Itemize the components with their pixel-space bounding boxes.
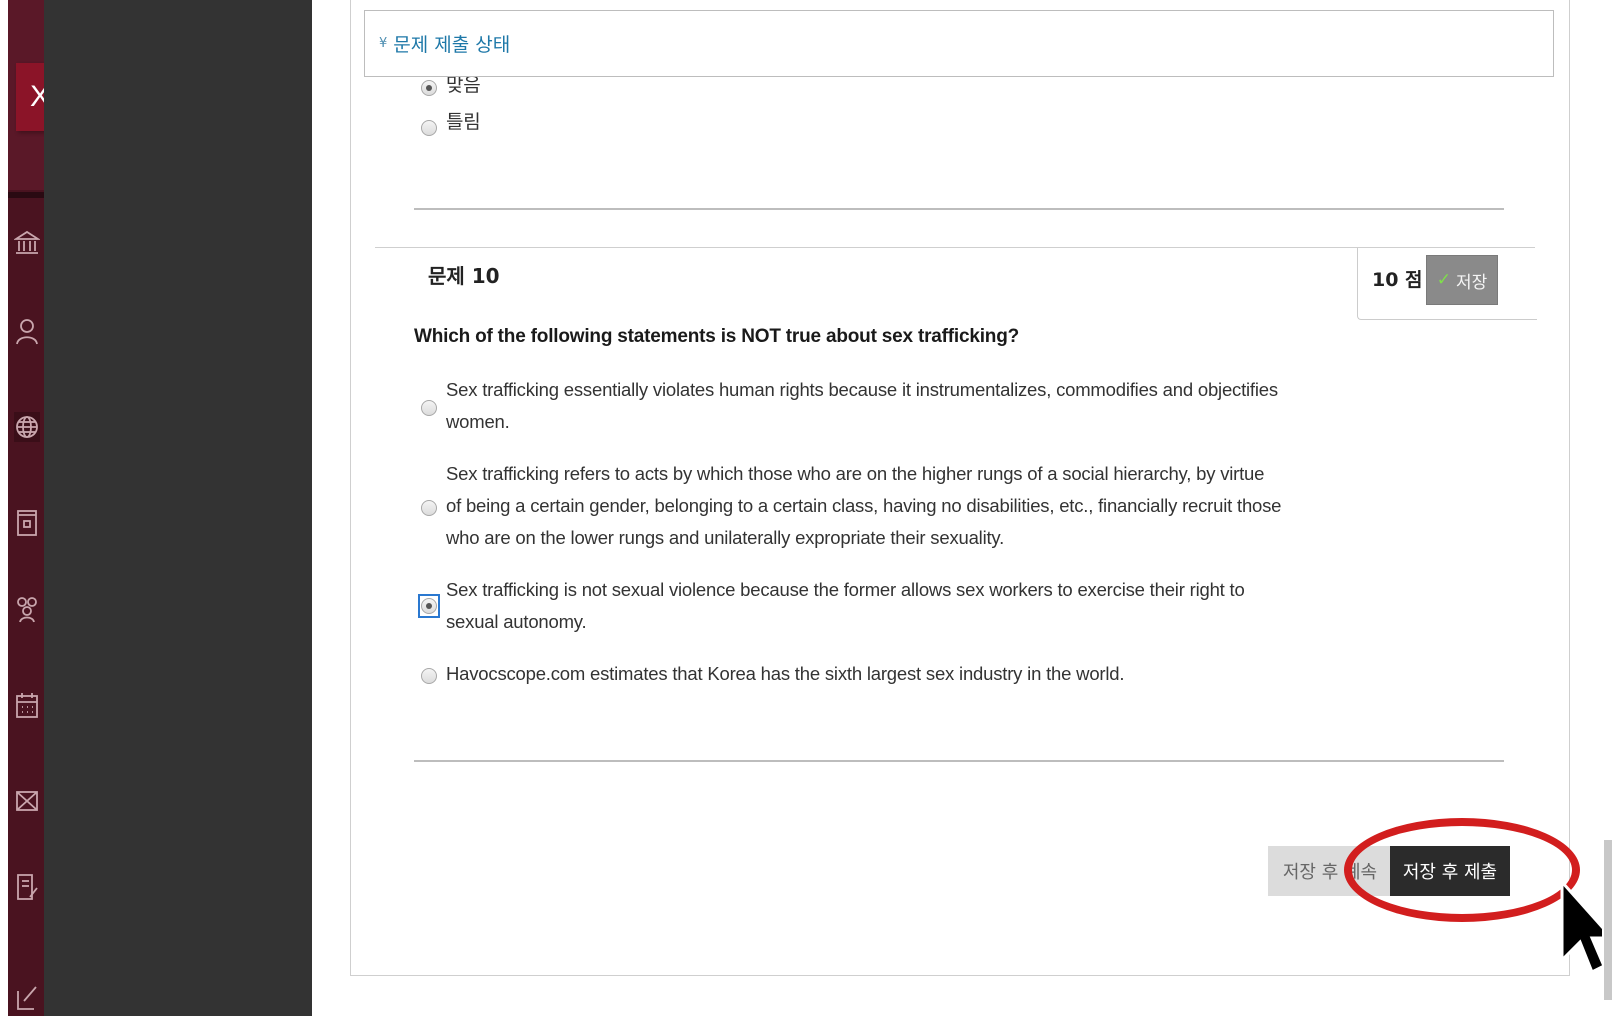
option-2-line-1: Sex trafficking refers to acts by which … bbox=[446, 463, 1265, 484]
institution-icon[interactable] bbox=[14, 228, 40, 258]
radio-option-1[interactable] bbox=[421, 400, 437, 416]
divider bbox=[414, 208, 1504, 210]
radio-incorrect[interactable] bbox=[421, 120, 437, 136]
groups-icon[interactable] bbox=[14, 594, 40, 624]
scrollbar-thumb[interactable] bbox=[1604, 840, 1612, 1000]
question-text: Which of the following statements is NOT… bbox=[414, 326, 1020, 347]
option-2-line-3: who are on the lower rungs and unilatera… bbox=[446, 527, 1005, 548]
option-1-line-1: Sex trafficking essentially violates hum… bbox=[446, 379, 1278, 400]
save-answer-label: 저장 bbox=[1455, 272, 1488, 293]
calendar-icon[interactable] bbox=[14, 690, 40, 720]
radio-option-4[interactable] bbox=[421, 668, 437, 684]
mail-icon[interactable] bbox=[14, 786, 40, 816]
option-3-line-2: sexual autonomy. bbox=[446, 611, 587, 632]
option-3-line-1: Sex trafficking is not sexual violence b… bbox=[446, 579, 1245, 600]
submission-status-label[interactable]: 문제 제출 상태 bbox=[393, 30, 510, 57]
rail-edge bbox=[0, 0, 8, 1016]
document-edit-icon[interactable] bbox=[14, 872, 40, 902]
radio-option-3[interactable] bbox=[421, 598, 437, 614]
option-1-line-2: women. bbox=[446, 411, 510, 432]
divider bbox=[414, 760, 1504, 762]
rail-divider bbox=[8, 192, 44, 198]
radio-correct[interactable] bbox=[421, 80, 437, 96]
radio-option-2[interactable] bbox=[421, 500, 437, 516]
check-icon: ✓ bbox=[1436, 270, 1451, 290]
save-and-submit-button[interactable]: 저장 후 제출 bbox=[1390, 846, 1510, 896]
compose-icon[interactable] bbox=[14, 982, 40, 1012]
course-menu-panel bbox=[44, 0, 312, 1016]
globe-icon[interactable] bbox=[14, 412, 40, 442]
save-and-continue-button[interactable]: 저장 후 계속 bbox=[1268, 846, 1392, 896]
book-icon[interactable] bbox=[14, 508, 40, 538]
points-value: 10 점 bbox=[1372, 269, 1423, 291]
person-icon[interactable] bbox=[14, 316, 40, 346]
option-2-line-2: of being a certain gender, belonging to … bbox=[446, 495, 1282, 516]
option-incorrect-label: 틀림 bbox=[446, 112, 481, 133]
submission-status-bar[interactable]: ¥ 문제 제출 상태 bbox=[364, 10, 1554, 77]
double-chevron-down-icon: ¥ bbox=[379, 36, 388, 51]
option-4-line-1: Havocscope.com estimates that Korea has … bbox=[446, 663, 1125, 684]
save-answer-button[interactable]: ✓ 저장 bbox=[1426, 255, 1498, 305]
question-title: 문제 10 bbox=[428, 264, 500, 288]
